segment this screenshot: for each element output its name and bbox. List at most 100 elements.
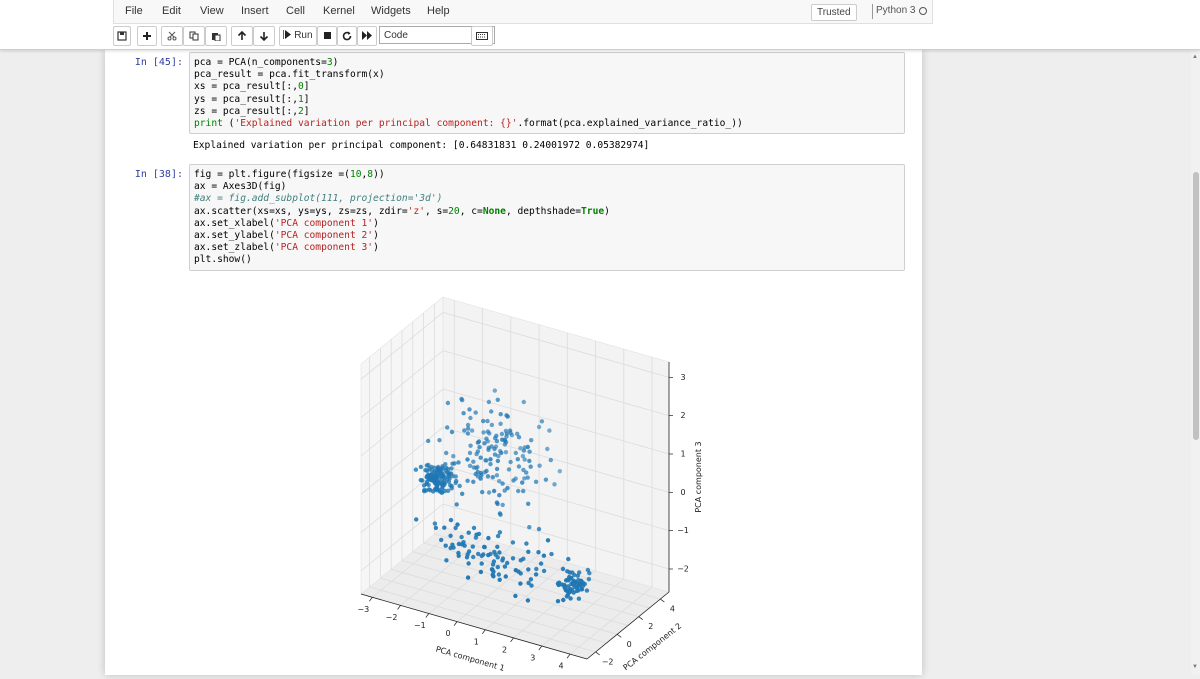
scatter-point [516, 464, 522, 469]
scatter-point [489, 567, 495, 572]
scatter-point [454, 502, 459, 507]
scatter-point [521, 448, 527, 453]
restart-run-all-button[interactable] [357, 26, 377, 46]
scatter-point [448, 533, 453, 538]
code-cell-input[interactable]: pca = PCA(n_components=3) pca_result = pc… [189, 52, 905, 134]
scatter-point [441, 474, 446, 479]
scatter-point [444, 450, 449, 456]
scatter-point [495, 397, 500, 402]
stop-icon [323, 32, 331, 39]
scatter-point [486, 552, 491, 558]
menu-file[interactable]: File [125, 5, 143, 17]
move-up-button[interactable] [231, 26, 253, 46]
code-line: ax = Axes3D(fig) [194, 181, 287, 193]
scatter-point [548, 457, 553, 463]
scroll-up-arrow-icon[interactable]: ▲ [1192, 54, 1198, 60]
code-line: ax.set_xlabel('PCA component 1') [194, 217, 379, 229]
paste-button[interactable] [205, 26, 227, 46]
scatter-point [432, 521, 438, 526]
scatter-point [500, 502, 505, 508]
scatter-point [552, 482, 557, 487]
restart-button[interactable] [337, 26, 357, 46]
x-tick-mark [510, 637, 514, 643]
scatter-point [494, 438, 500, 444]
cut-button[interactable] [161, 26, 183, 46]
menu-cell[interactable]: Cell [286, 5, 305, 17]
scroll-down-arrow-icon[interactable]: ▼ [1192, 664, 1198, 670]
command-palette-button[interactable] [471, 26, 493, 46]
scatter-point [449, 486, 454, 491]
scatter-point [527, 458, 532, 464]
scatter-point [492, 388, 497, 393]
menu-insert[interactable]: Insert [241, 5, 269, 17]
scatter-point [510, 556, 516, 561]
scatter-point [420, 478, 425, 483]
menu-help[interactable]: Help [427, 5, 450, 17]
y-tick-mark [660, 598, 665, 603]
scatter-point [473, 410, 478, 415]
y-tick-label: 2 [648, 622, 653, 631]
scatter-point [486, 399, 492, 405]
move-down-button[interactable] [253, 26, 275, 46]
scatter-point [489, 422, 495, 428]
trusted-badge[interactable]: Trusted [811, 4, 857, 21]
scatter-point [527, 525, 532, 530]
scrollbar-thumb[interactable] [1193, 172, 1199, 440]
z-tick-label: −2 [677, 565, 689, 574]
scatter-point [525, 598, 531, 603]
scatter-point [414, 517, 419, 522]
scatter-point [422, 488, 427, 493]
scatter-point [423, 468, 428, 473]
scatter-point [413, 467, 419, 472]
scatter-point [471, 525, 477, 531]
scatter-point [470, 544, 475, 549]
scatter-point [424, 481, 429, 487]
scatter-point [536, 526, 542, 532]
scatter-point [494, 433, 499, 438]
scatter-point [486, 535, 491, 541]
scatter-point [481, 418, 486, 424]
scatter-point [495, 458, 501, 464]
menu-edit[interactable]: Edit [162, 5, 181, 17]
run-button[interactable]: Run [279, 26, 317, 46]
y-tick-mark [638, 616, 643, 620]
insert-cell-button[interactable] [137, 26, 157, 46]
scatter-point [476, 439, 482, 444]
scatter-point [518, 558, 523, 563]
scatter-point [500, 437, 505, 442]
code-line: ax.scatter(xs=xs, ys=ys, zs=zs, zdir='z'… [194, 205, 610, 217]
scatter-point [445, 425, 450, 430]
scatter-point [482, 441, 487, 446]
notebook-container: In [45]: pca = PCA(n_components=3) pca_re… [105, 49, 922, 675]
scatter-point [585, 567, 591, 573]
code-cell-input[interactable]: fig = plt.figure(figsize =(10,8)) ax = Ax… [189, 164, 905, 271]
y-tick-label: 0 [627, 640, 632, 649]
scatter-point [478, 470, 484, 476]
scatter-point [451, 545, 456, 550]
scatter-point [526, 567, 531, 572]
scatter-point [465, 478, 470, 483]
menu-kernel[interactable]: Kernel [323, 5, 355, 17]
copy-button[interactable] [183, 26, 205, 46]
scatter-point [538, 561, 544, 566]
save-button[interactable] [113, 26, 131, 46]
scatter-point [494, 500, 500, 505]
scatter-point [498, 412, 503, 417]
scatter-point [466, 561, 471, 566]
scatter-point [485, 474, 491, 479]
scatter-point [518, 581, 523, 586]
scatter-point [526, 549, 531, 554]
x-tick-label: −1 [414, 621, 426, 630]
kernel-name[interactable]: Python 3 [876, 5, 915, 16]
interrupt-button[interactable] [317, 26, 337, 46]
scatter-point [438, 481, 444, 486]
scatter-point [457, 483, 462, 489]
scatter-point [492, 446, 497, 452]
scatter-point [527, 449, 532, 454]
scatter-point [491, 559, 497, 564]
z-tick-label: 2 [680, 411, 685, 420]
scatter-point [465, 431, 471, 436]
menu-widgets[interactable]: Widgets [371, 5, 411, 17]
menu-view[interactable]: View [200, 5, 224, 17]
scatter-point [484, 436, 489, 441]
